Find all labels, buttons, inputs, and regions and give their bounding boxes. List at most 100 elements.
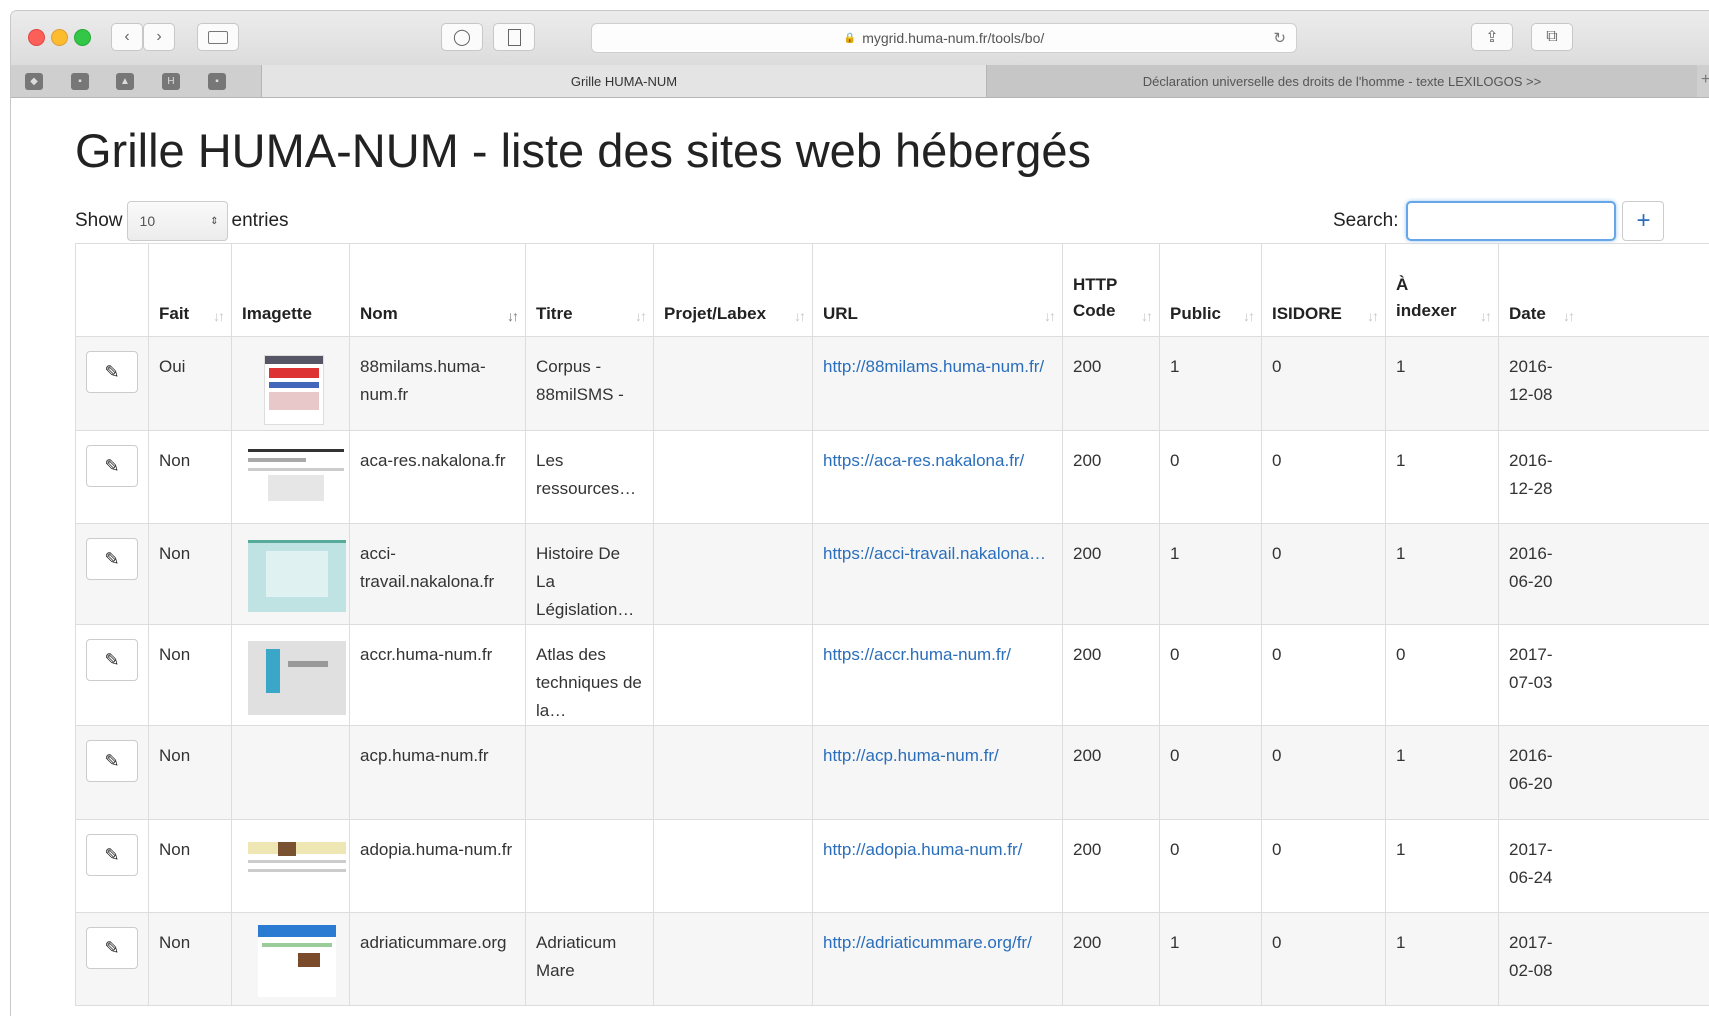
select-arrows-icon: ⇕ (210, 216, 218, 227)
page-size-select[interactable]: 10 ⇕ (127, 201, 228, 241)
thumbnail-graphic (248, 641, 346, 715)
column-label: Public (1170, 304, 1221, 323)
site-thumbnail (242, 443, 348, 523)
plus-icon: + (1636, 207, 1650, 235)
bookmark-icon[interactable]: ▲ (116, 73, 134, 90)
column-header-titre[interactable]: Titre↓↑ (526, 244, 654, 337)
bookmark-icon[interactable]: ◆ (25, 73, 43, 90)
http-code-cell: 200 (1063, 820, 1160, 913)
projet-cell (654, 726, 813, 820)
edit-button[interactable]: ✎ (86, 834, 138, 876)
site-url-link[interactable]: http://adopia.huma-num.fr/ (823, 840, 1022, 859)
site-url-link[interactable]: https://accr.huma-num.fr/ (823, 645, 1011, 664)
forward-button[interactable]: › (143, 23, 175, 51)
table-row: ✎ Non adopia.huma-num.fr http://adopia.huma… (76, 820, 1709, 913)
extension-button[interactable]: ◯ (441, 23, 483, 51)
site-url-link[interactable]: http://acp.huma-num.fr/ (823, 746, 999, 765)
tabs-overview-button[interactable]: ⧉ (1531, 23, 1573, 51)
a-indexer-cell: 1 (1386, 524, 1499, 625)
imagette-cell (232, 431, 350, 524)
site-url-link[interactable]: https://aca-res.nakalona.fr/ (823, 451, 1024, 470)
minimize-window-button[interactable] (51, 29, 68, 46)
address-bar[interactable]: 🔒 mygrid.huma-num.fr/tools/bo/ ↻ (591, 23, 1297, 53)
column-header-public[interactable]: Public↓↑ (1160, 244, 1262, 337)
column-header-date[interactable]: Date↓↑ (1499, 244, 1709, 337)
table-row: ✎Nonaca-res.nakalona.frLes ressources…ht… (76, 431, 1709, 524)
address-text: mygrid.huma-num.fr/tools/bo/ (862, 30, 1044, 46)
page-title: Grille HUMA-NUM - liste des sites web hé… (75, 123, 1091, 178)
tabs-icon: ⧉ (1546, 28, 1557, 46)
column-header-isidore[interactable]: ISIDORE↓↑ (1262, 244, 1386, 337)
edit-button[interactable]: ✎ (86, 445, 138, 487)
tab-declaration[interactable]: Déclaration universelle des droits de l'… (987, 65, 1697, 97)
column-header-url[interactable]: URL↓↑ (813, 244, 1063, 337)
reload-icon[interactable]: ↻ (1273, 29, 1286, 47)
nom-cell: acci-travail.nakalona.fr (350, 524, 526, 625)
bookmark-icon[interactable]: ▪ (71, 73, 89, 90)
table-row: ✎Oui88milams.huma-num.frCorpus - 88milSM… (76, 337, 1709, 431)
site-url-link[interactable]: https://acci-travail.nakalona… (823, 544, 1046, 563)
edit-cell: ✎ (76, 524, 149, 625)
public-cell: 0 (1160, 726, 1262, 820)
fait-cell: Oui (149, 337, 232, 431)
zoom-window-button[interactable] (74, 29, 91, 46)
column-label: Date (1509, 304, 1546, 323)
nom-cell: acp.huma-num.fr (350, 726, 526, 820)
site-url-link[interactable]: http://88milams.huma-num.fr/ (823, 357, 1044, 376)
edit-cell: ✎ (76, 820, 149, 913)
column-header-nom[interactable]: Nom↓↑ (350, 244, 526, 337)
edit-button[interactable]: ✎ (86, 351, 138, 393)
column-header-http-code[interactable]: HTTP Code↓↑ (1063, 244, 1160, 337)
new-tab-button[interactable]: + (1701, 71, 1709, 89)
add-site-button[interactable]: + (1622, 201, 1664, 241)
a-indexer-cell: 1 (1386, 726, 1499, 820)
browser-window: ‹ › ◯ 🔒 mygrid.huma-num.fr/tools/bo/ ↻ ⇪… (10, 10, 1709, 1016)
nom-cell: adopia.huma-num.fr (350, 820, 526, 913)
table-row: ✎Nonacp.huma-num.frhttp://acp.huma-num.f… (76, 726, 1709, 820)
share-button[interactable]: ⇪ (1471, 23, 1513, 51)
edit-button[interactable]: ✎ (86, 927, 138, 969)
a-indexer-cell: 0 (1386, 625, 1499, 726)
bookmark-icon[interactable]: ▪ (208, 73, 226, 90)
sidebar-button[interactable] (197, 23, 239, 51)
titre-cell (526, 726, 654, 820)
search-control: Search: + (1333, 201, 1664, 241)
reader-button[interactable] (493, 23, 535, 51)
column-header-projet-labex[interactable]: Projet/Labex↓↑ (654, 244, 813, 337)
sidebar-icon (208, 31, 228, 44)
column-label: URL (823, 304, 858, 323)
thumbnail-graphic (258, 925, 336, 997)
site-url-link[interactable]: http://adriaticummare.org/fr/ (823, 933, 1032, 952)
pencil-icon: ✎ (104, 841, 119, 869)
edit-button[interactable]: ✎ (86, 639, 138, 681)
date-value: 2017-07-03 (1509, 641, 1557, 697)
entries-length-control: Show 10 ⇕ entries (75, 201, 289, 241)
bookmark-icon[interactable]: H (162, 73, 180, 90)
http-code-cell: 200 (1063, 524, 1160, 625)
imagette-cell (232, 820, 350, 913)
tab-grille-huma-num[interactable]: Grille HUMA-NUM (261, 65, 987, 97)
column-header-fait[interactable]: Fait↓↑ (149, 244, 232, 337)
http-code-cell: 200 (1063, 337, 1160, 431)
edit-button[interactable]: ✎ (86, 538, 138, 580)
date-cell: 2017-06-24 (1499, 820, 1709, 913)
imagette-cell (232, 524, 350, 625)
search-label: Search: (1333, 210, 1398, 232)
column-label: À indexer (1396, 272, 1460, 324)
column-header-a-indexer[interactable]: À indexer↓↑ (1386, 244, 1499, 337)
imagette-cell (232, 726, 350, 820)
search-input[interactable] (1406, 201, 1616, 241)
edit-cell: ✎ (76, 337, 149, 431)
edit-button[interactable]: ✎ (86, 740, 138, 782)
http-code-cell: 200 (1063, 625, 1160, 726)
fait-cell: Non (149, 820, 232, 913)
back-button[interactable]: ‹ (111, 23, 143, 51)
close-window-button[interactable] (28, 29, 45, 46)
isidore-cell: 0 (1262, 625, 1386, 726)
page-size-value: 10 (140, 213, 156, 229)
site-thumbnail (242, 349, 348, 429)
show-label: Show (75, 210, 123, 232)
tab-strip: ◆ ▪ ▲ H ▪ Grille HUMA-NUM Déclaration un… (11, 65, 1709, 98)
chevron-right-icon: › (156, 28, 161, 46)
site-thumbnail (242, 536, 348, 616)
